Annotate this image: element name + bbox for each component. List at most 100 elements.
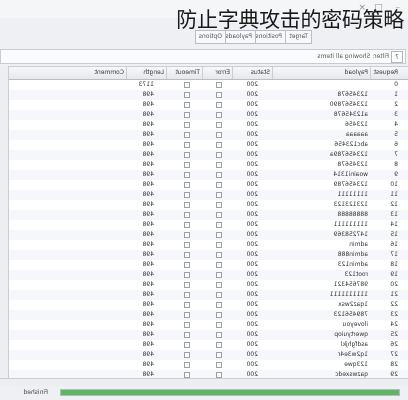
table-row[interactable]: 12 123123123 200 498	[0, 200, 408, 210]
table-row[interactable]: 3 a12345678 200 498	[0, 110, 408, 120]
error-checkbox[interactable]	[216, 322, 222, 328]
error-checkbox[interactable]	[216, 212, 222, 218]
table-row[interactable]: 0 200 1173	[0, 80, 408, 90]
table-row[interactable]: 2 1234567890 200 498	[0, 100, 408, 110]
timeout-checkbox[interactable]	[184, 302, 190, 308]
timeout-checkbox[interactable]	[184, 242, 190, 248]
table-row[interactable]: 11 11111111 200 498	[0, 190, 408, 200]
error-checkbox[interactable]	[216, 92, 222, 98]
table-row[interactable]: 28 123qwe 200 498	[0, 360, 408, 370]
timeout-checkbox[interactable]	[184, 362, 190, 368]
table-row[interactable]: 7 123456789a 200 498	[0, 150, 408, 160]
error-checkbox[interactable]	[216, 222, 222, 228]
timeout-checkbox[interactable]	[184, 292, 190, 298]
error-checkbox[interactable]	[216, 352, 222, 358]
table-row[interactable]: 17 admin888 200 498	[0, 250, 408, 260]
table-row[interactable]: 26 asdfghjkl 200 498	[0, 340, 408, 350]
timeout-checkbox[interactable]	[184, 222, 190, 228]
payload-cell: 88888888	[337, 211, 368, 218]
help-icon[interactable]: ?	[391, 51, 403, 63]
timeout-checkbox[interactable]	[184, 312, 190, 318]
timeout-checkbox[interactable]	[184, 122, 190, 128]
timeout-checkbox[interactable]	[184, 282, 190, 288]
timeout-checkbox[interactable]	[184, 132, 190, 138]
table-row[interactable]: 23 789456123 200 498	[0, 310, 408, 320]
error-checkbox[interactable]	[216, 262, 222, 268]
timeout-checkbox[interactable]	[184, 232, 190, 238]
column-error[interactable]: Error	[202, 67, 232, 79]
error-checkbox[interactable]	[216, 332, 222, 338]
error-checkbox[interactable]	[216, 272, 222, 278]
table-row[interactable]: 9 woaini1314 200 498	[0, 170, 408, 180]
error-checkbox[interactable]	[216, 292, 222, 298]
timeout-checkbox[interactable]	[184, 342, 190, 348]
table-row[interactable]: 27 1q2w3e4r 200 498	[0, 350, 408, 360]
table-row[interactable]: 14 111111111 200 498	[0, 220, 408, 230]
error-checkbox[interactable]	[216, 202, 222, 208]
column-status[interactable]: Status	[232, 67, 272, 79]
table-row[interactable]: 1 12345678 200 498	[0, 90, 408, 100]
column-payload[interactable]: Payload	[272, 67, 370, 79]
timeout-checkbox[interactable]	[184, 102, 190, 108]
error-checkbox[interactable]	[216, 102, 222, 108]
table-row[interactable]: 20 987654321 200 498	[0, 280, 408, 290]
error-checkbox[interactable]	[216, 302, 222, 308]
error-checkbox[interactable]	[216, 192, 222, 198]
column-request[interactable]: Request	[370, 67, 400, 79]
length-cell: 498	[142, 311, 154, 318]
column-length[interactable]: Length	[126, 67, 166, 79]
error-checkbox[interactable]	[216, 172, 222, 178]
error-checkbox[interactable]	[216, 82, 222, 88]
timeout-checkbox[interactable]	[184, 162, 190, 168]
error-checkbox[interactable]	[216, 312, 222, 318]
timeout-checkbox[interactable]	[184, 152, 190, 158]
timeout-checkbox[interactable]	[184, 92, 190, 98]
table-row[interactable]: 15 147258369 200 498	[0, 230, 408, 240]
table-row[interactable]: 21 1111111111 200 498	[0, 290, 408, 300]
filter-bar[interactable]: ? Filter: Showing all items	[0, 49, 406, 64]
error-checkbox[interactable]	[216, 152, 222, 158]
error-checkbox[interactable]	[216, 122, 222, 128]
timeout-checkbox[interactable]	[184, 112, 190, 118]
timeout-checkbox[interactable]	[184, 272, 190, 278]
table-row[interactable]: 6 abc123456 200 498	[0, 140, 408, 150]
timeout-checkbox[interactable]	[184, 252, 190, 258]
table-row[interactable]: 8 12345678 200 498	[0, 160, 408, 170]
table-row[interactable]: 16 admin 200 498	[0, 240, 408, 250]
error-checkbox[interactable]	[216, 232, 222, 238]
timeout-checkbox[interactable]	[184, 352, 190, 358]
table-row[interactable]: 5 aaaaaa 200 498	[0, 130, 408, 140]
error-checkbox[interactable]	[216, 132, 222, 138]
error-checkbox[interactable]	[216, 182, 222, 188]
column-timeout[interactable]: Timeout	[166, 67, 202, 79]
error-checkbox[interactable]	[216, 162, 222, 168]
table-row[interactable]: 13 88888888 200 498	[0, 210, 408, 220]
table-row[interactable]: 25 qwertyuiop 200 498	[0, 330, 408, 340]
vertical-scrollbar[interactable]	[0, 66, 9, 378]
error-checkbox[interactable]	[216, 282, 222, 288]
timeout-checkbox[interactable]	[184, 82, 190, 88]
table-row[interactable]: 24 iloveyou 200 498	[0, 320, 408, 330]
timeout-checkbox[interactable]	[184, 182, 190, 188]
error-checkbox[interactable]	[216, 142, 222, 148]
table-row[interactable]: 22 1qaz2wsx 200 498	[0, 300, 408, 310]
table-row[interactable]: 4 123456 200 498	[0, 120, 408, 130]
error-checkbox[interactable]	[216, 242, 222, 248]
table-row[interactable]: 18 admin123 200 498	[0, 260, 408, 270]
error-checkbox[interactable]	[216, 252, 222, 258]
error-checkbox[interactable]	[216, 112, 222, 118]
timeout-checkbox[interactable]	[184, 262, 190, 268]
error-checkbox[interactable]	[216, 342, 222, 348]
table-row[interactable]: 19 root123 200 498	[0, 270, 408, 280]
timeout-checkbox[interactable]	[184, 332, 190, 338]
timeout-checkbox[interactable]	[184, 202, 190, 208]
timeout-checkbox[interactable]	[184, 192, 190, 198]
table-row[interactable]: 10 123456789 200 498	[0, 180, 408, 190]
payload-cell: 1111111111	[329, 291, 368, 298]
timeout-checkbox[interactable]	[184, 172, 190, 178]
error-checkbox[interactable]	[216, 362, 222, 368]
timeout-checkbox[interactable]	[184, 142, 190, 148]
timeout-checkbox[interactable]	[184, 322, 190, 328]
timeout-checkbox[interactable]	[184, 212, 190, 218]
column-comment[interactable]: Comment	[8, 67, 126, 79]
